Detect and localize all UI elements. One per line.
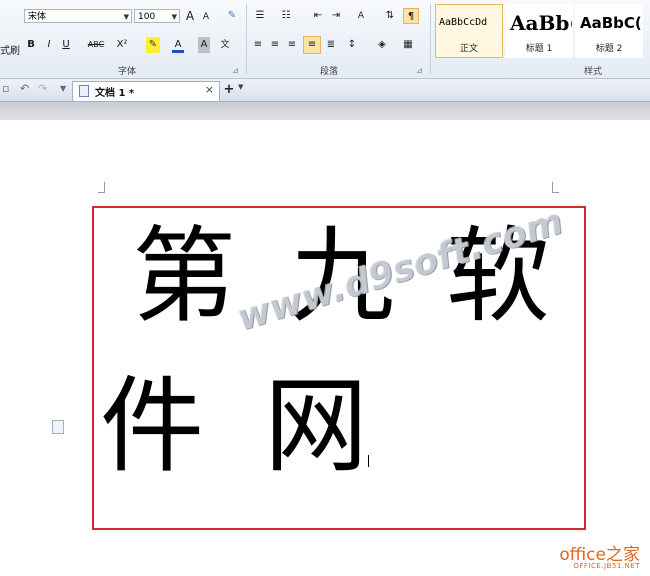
redo-icon[interactable]: ↷ (38, 82, 47, 95)
chinese-layout-icon[interactable]: A (352, 8, 370, 24)
paragraph-group-label: 段落 (320, 67, 339, 77)
tab-label: 文档 1 * (95, 88, 135, 99)
grow-font-button[interactable]: A (183, 8, 197, 24)
style-heading-2-name: 标题 2 (595, 44, 623, 54)
highlight-frame (92, 206, 586, 530)
shading-icon[interactable]: ◈ (374, 37, 390, 53)
show-marks-icon[interactable]: ¶ (403, 8, 419, 24)
document-icon (79, 85, 89, 97)
style-normal-sample: AaBbCcDd (439, 17, 488, 28)
font-size-combo[interactable]: 100 ▼ (134, 9, 180, 23)
format-painter-label[interactable]: 式刷 (0, 42, 20, 57)
site-logo: office之家 OFFICE.JB51.NET (550, 540, 648, 574)
chevron-down-icon: ▼ (123, 13, 129, 21)
align-center-icon[interactable]: ≡ (268, 37, 282, 53)
chevron-down-icon: ▼ (171, 13, 177, 21)
font-size-value: 100 (138, 12, 156, 22)
line-spacing-icon[interactable]: ↕ (344, 37, 360, 53)
font-name-value: 宋体 (28, 12, 47, 22)
highlight-button[interactable]: ✎ (146, 37, 160, 53)
group-divider (246, 4, 247, 74)
font-color-button[interactable]: A (172, 37, 184, 53)
dialog-launcher-icon[interactable]: ⊿ (416, 66, 423, 75)
align-right-icon[interactable]: ≡ (285, 37, 299, 53)
styles-group-label: 样式 (584, 67, 603, 77)
style-heading-2-sample: AaBbC( (580, 14, 642, 32)
font-group-label: 字体 (118, 67, 137, 77)
font-name-combo[interactable]: 宋体 ▼ (24, 9, 132, 23)
group-divider (430, 4, 431, 74)
distributed-icon[interactable]: ≣ (324, 37, 338, 53)
styles-gallery: AaBbCcDd 正文 AaBb( 标题 1 AaBbC( 标题 2 (435, 4, 650, 60)
document-tab-bar: ▫ ↶ ↷ ▼ 文档 1 * × + ▼ (0, 79, 650, 102)
margin-corner-mark (98, 182, 105, 193)
char-shading-button[interactable]: A (198, 37, 210, 53)
clear-format-icon[interactable]: ✎ (224, 8, 240, 24)
phonetic-icon[interactable]: 文 (216, 37, 234, 53)
underline-button[interactable]: U (60, 37, 72, 53)
bold-button[interactable]: B (25, 37, 37, 53)
style-heading-1-sample: AaBb( (510, 11, 573, 35)
italic-button[interactable]: I (43, 37, 55, 53)
new-tab-button[interactable]: + (222, 82, 236, 98)
justify-icon[interactable]: ≡ (303, 36, 321, 54)
paragraph-marker-icon (52, 420, 64, 434)
logo-url: OFFICE.JB51.NET (573, 562, 640, 570)
close-icon[interactable]: × (205, 83, 214, 96)
ruler-band (0, 102, 650, 120)
style-normal[interactable]: AaBbCcDd 正文 (435, 4, 503, 58)
quick-access-dropdown-icon[interactable]: ▼ (60, 84, 66, 93)
align-left-icon[interactable]: ≡ (251, 37, 265, 53)
numbering-icon[interactable]: ☷ (278, 8, 294, 24)
superscript-button[interactable]: X² (114, 37, 130, 53)
style-heading-2[interactable]: AaBbC( 标题 2 (575, 4, 643, 58)
style-heading-1[interactable]: AaBb( 标题 1 (505, 4, 573, 58)
ribbon: 式刷 宋体 ▼ 100 ▼ A A ✎ B I U ABC X² ✎ A A 文… (0, 0, 650, 79)
decrease-indent-icon[interactable]: ⇤ (310, 8, 326, 24)
strikethrough-button[interactable]: ABC (86, 37, 106, 53)
tab-document-1[interactable]: 文档 1 * × (72, 81, 220, 101)
borders-icon[interactable]: ▦ (400, 37, 416, 53)
style-heading-1-name: 标题 1 (525, 44, 553, 54)
margin-corner-mark (552, 182, 559, 193)
new-doc-icon[interactable]: ▫ (2, 82, 9, 95)
shrink-font-button[interactable]: A (200, 9, 212, 25)
increase-indent-icon[interactable]: ⇥ (328, 8, 344, 24)
style-normal-name: 正文 (459, 44, 478, 54)
undo-icon[interactable]: ↶ (20, 82, 29, 95)
chevron-down-icon[interactable]: ▼ (238, 83, 243, 91)
bullets-icon[interactable]: ☰ (252, 8, 268, 24)
dialog-launcher-icon[interactable]: ⊿ (232, 66, 239, 75)
sort-icon[interactable]: ⇅ (384, 8, 396, 24)
